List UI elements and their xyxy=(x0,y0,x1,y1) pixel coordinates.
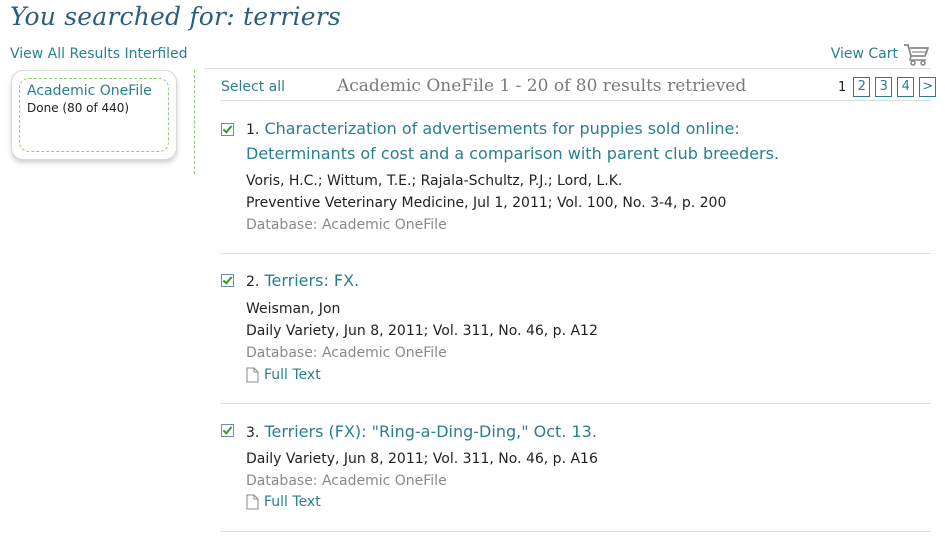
pagination: 1 2 3 4 > xyxy=(836,77,937,97)
result-database: Database: Academic OneFile xyxy=(246,473,447,489)
result-title-link[interactable]: 1. Characterization of advertisements fo… xyxy=(246,117,779,166)
page-title: You searched for: terriers xyxy=(10,2,341,31)
source-status-text: Done (80 of 440) xyxy=(27,101,130,115)
full-text-link[interactable]: Full Text xyxy=(246,494,321,510)
result-database: Database: Academic OneFile xyxy=(246,217,447,233)
result-citation: Daily Variety, Jun 8, 2011; Vol. 311, No… xyxy=(246,323,598,339)
result-item: 2. Terriers: FX. Weisman, Jon Daily Vari… xyxy=(220,254,931,404)
source-status-box: Academic OneFile Done (80 of 440) xyxy=(11,70,177,160)
result-title-line2: Determinants of cost and a comparison wi… xyxy=(246,144,780,163)
view-cart-label: View Cart xyxy=(830,46,898,62)
result-checkbox[interactable] xyxy=(221,123,234,136)
document-icon xyxy=(246,367,259,383)
result-number: 3. xyxy=(246,425,260,441)
full-text-label: Full Text xyxy=(264,494,321,510)
sidebar-divider xyxy=(194,70,195,174)
result-title-link[interactable]: 3. Terriers (FX): "Ring-a-Ding-Ding," Oc… xyxy=(246,420,597,445)
result-title-link[interactable]: 2. Terriers: FX. xyxy=(246,269,359,294)
result-title-line1: Characterization of advertisements for p… xyxy=(264,119,740,138)
result-item: 3. Terriers (FX): "Ring-a-Ding-Ding," Oc… xyxy=(220,404,931,532)
results-top-divider xyxy=(204,68,931,69)
result-database: Database: Academic OneFile xyxy=(246,345,447,361)
result-item: 1. Characterization of advertisements fo… xyxy=(220,101,931,254)
full-text-label: Full Text xyxy=(264,367,321,383)
source-status-inner: Academic OneFile Done (80 of 440) xyxy=(19,78,169,152)
shopping-cart-icon xyxy=(904,44,929,66)
view-all-results-link[interactable]: View All Results Interfiled xyxy=(10,46,188,62)
select-all-link[interactable]: Select all xyxy=(221,79,285,95)
result-checkbox[interactable] xyxy=(221,274,234,287)
source-name-link[interactable]: Academic OneFile xyxy=(27,83,161,99)
page-link-3[interactable]: 3 xyxy=(875,77,893,97)
result-number: 2. xyxy=(246,274,260,290)
results-summary: Academic OneFile 1 - 20 of 80 results re… xyxy=(337,76,747,96)
page-current: 1 xyxy=(838,79,847,95)
full-text-link[interactable]: Full Text xyxy=(246,367,321,383)
result-checkbox[interactable] xyxy=(221,424,234,437)
result-citation: Preventive Veterinary Medicine, Jul 1, 2… xyxy=(246,195,727,211)
result-title-line1: Terriers: FX. xyxy=(264,271,360,290)
result-authors: Weisman, Jon xyxy=(246,301,341,317)
page-link-4[interactable]: 4 xyxy=(897,77,915,97)
result-citation: Daily Variety, Jun 8, 2011; Vol. 311, No… xyxy=(246,451,598,467)
result-title-line1: Terriers (FX): "Ring-a-Ding-Ding," Oct. … xyxy=(264,422,597,441)
result-number: 1. xyxy=(246,122,260,138)
result-authors: Voris, H.C.; Wittum, T.E.; Rajala-Schult… xyxy=(246,173,623,189)
page-next[interactable]: > xyxy=(919,77,937,97)
page-link-2[interactable]: 2 xyxy=(853,77,871,97)
view-cart-link[interactable]: View Cart xyxy=(831,41,930,67)
document-icon xyxy=(246,494,259,510)
